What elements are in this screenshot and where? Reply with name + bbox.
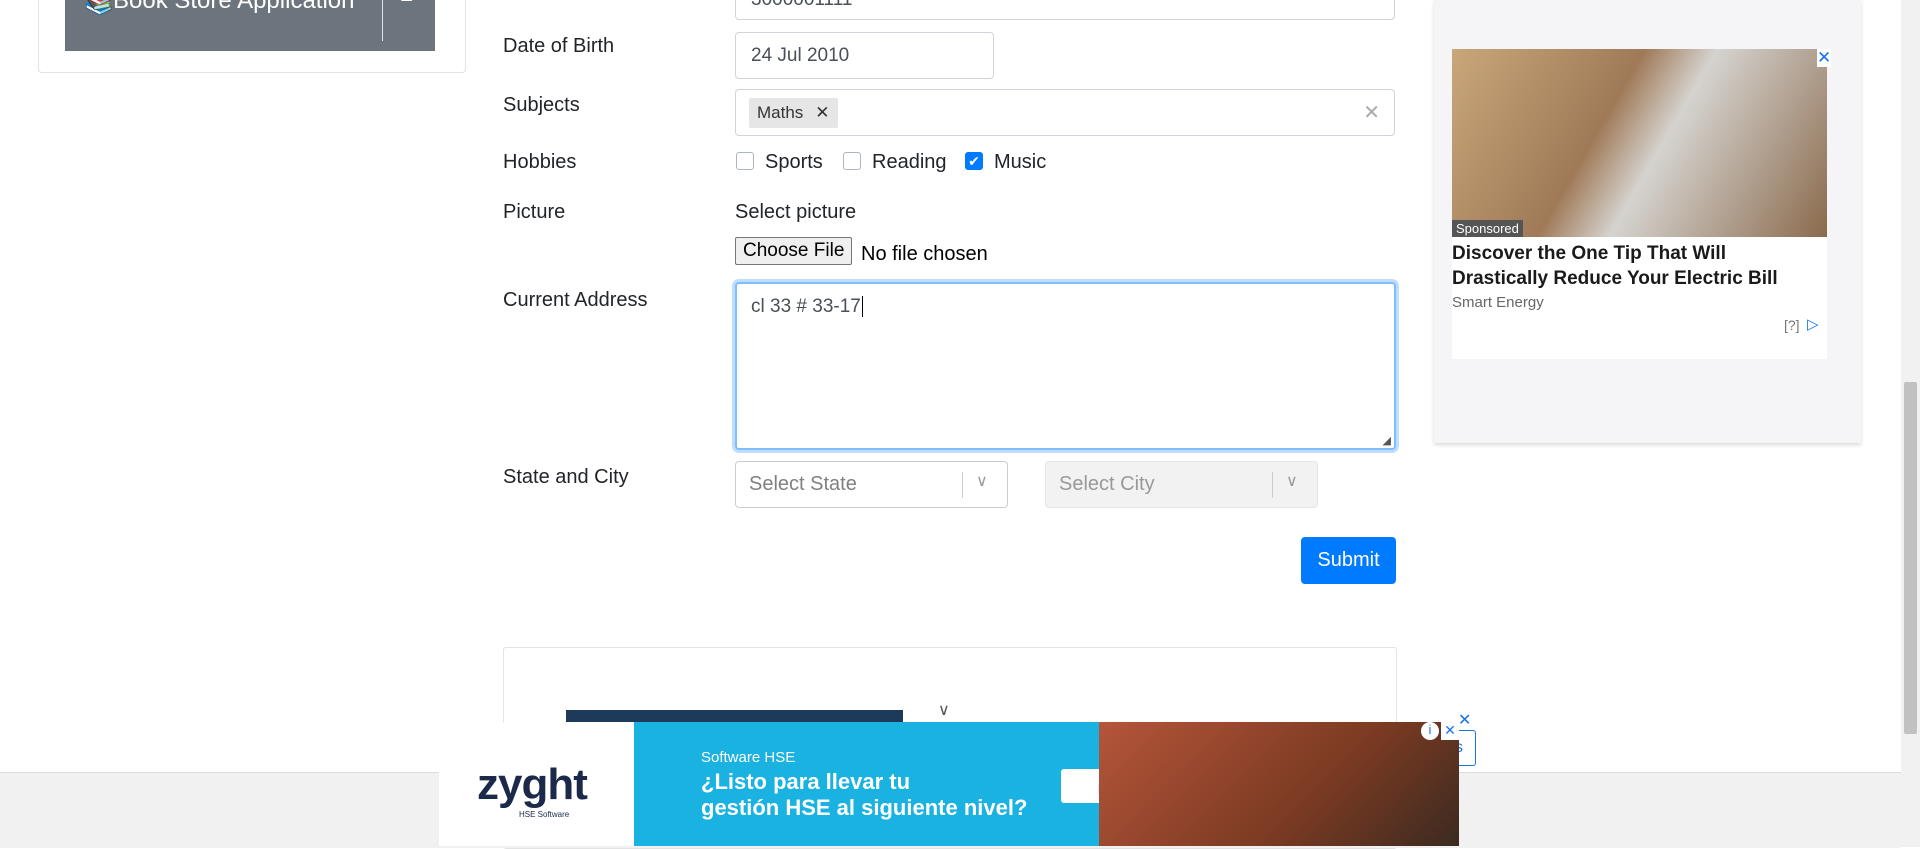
side-ad-image[interactable]: Sponsored (1452, 49, 1827, 237)
sponsored-badge: Sponsored (1452, 220, 1523, 237)
hobby-sports-checkbox[interactable] (736, 152, 754, 170)
zyght-logo-sub: HSE Software (519, 810, 570, 819)
close-icon[interactable]: ✕ (1458, 710, 1471, 730)
address-textarea[interactable]: cl 33 # 33-17 ◢ (735, 282, 1396, 450)
book-store-app-button[interactable]: 📚 Book Store Application ⤓ (65, 0, 435, 51)
state-city-label: State and City (503, 466, 629, 488)
scrollbar-thumb[interactable] (1904, 382, 1917, 734)
text-cursor (861, 296, 863, 317)
hobby-music-checkbox[interactable]: ✔ (965, 152, 983, 170)
state-select-divider (962, 472, 963, 498)
book-store-label: Book Store Application (113, 0, 355, 14)
zyght-logo: zyght (477, 760, 588, 809)
banner-headline-2: gestión HSE al siguiente nivel? (701, 795, 1028, 820)
city-select[interactable]: Select City ∨ (1045, 461, 1318, 508)
address-label: Current Address (503, 289, 648, 311)
side-ad-body[interactable]: Discover the One Tip That Will Drastical… (1452, 237, 1827, 359)
banner-photo (1099, 722, 1459, 846)
ad-info-icon[interactable]: i (1421, 722, 1439, 740)
subjects-input[interactable]: Maths ✕ ✕ (735, 89, 1395, 136)
state-select[interactable]: Select State ∨ (735, 461, 1008, 508)
side-ad-source: Smart Energy (1452, 294, 1544, 311)
side-ad[interactable]: Sponsored ✕ Discover the One Tip That Wi… (1434, 0, 1861, 443)
select-picture-label: Select picture (735, 201, 857, 223)
dob-input[interactable]: 24 Jul 2010 (735, 32, 994, 79)
picture-label: Picture (503, 201, 566, 223)
banner-ad[interactable]: zyght HSE Software Software HSE ¿Listo p… (439, 722, 1459, 846)
dob-label: Date of Birth (503, 35, 615, 57)
subject-chip: Maths ✕ (749, 97, 838, 128)
side-ad-title[interactable]: Discover the One Tip That Will Drastical… (1452, 241, 1827, 291)
button-separator (382, 0, 383, 41)
submit-button[interactable]: Submit (1301, 537, 1396, 584)
check-icon: ✔ (968, 152, 980, 169)
books-icon: 📚 (84, 0, 114, 16)
hobby-reading-label[interactable]: Reading (872, 151, 947, 174)
chevron-down-icon[interactable]: ∨ (938, 700, 950, 720)
hobby-sports-label[interactable]: Sports (765, 151, 823, 174)
no-file-text: No file chosen (861, 243, 988, 265)
mobile-input[interactable]: 3000001111 (735, 0, 1395, 20)
hobbies-label: Hobbies (503, 151, 577, 173)
banner-kicker: Software HSE (701, 749, 796, 766)
download-icon[interactable]: ⤓ (401, 0, 413, 8)
banner-logo-area: zyght HSE Software (439, 722, 634, 846)
banner-headline-1: ¿Listo para llevar tu (701, 769, 911, 794)
hobby-music-label[interactable]: Music (994, 151, 1046, 174)
ad-help-link[interactable]: [?] (1784, 317, 1800, 333)
close-icon[interactable]: ✕ (1441, 722, 1459, 740)
hobby-reading-checkbox[interactable] (843, 152, 861, 170)
chevron-down-icon[interactable]: ∨ (976, 471, 988, 491)
city-select-divider (1272, 472, 1273, 498)
clear-subjects-icon[interactable]: ✕ (1363, 100, 1380, 125)
adchoices-icon[interactable]: ▷ (1807, 315, 1819, 333)
resize-handle-icon[interactable]: ◢ (1383, 434, 1391, 447)
close-icon[interactable]: ✕ (1817, 49, 1832, 67)
subjects-label: Subjects (503, 94, 580, 116)
chevron-down-icon[interactable]: ∨ (1286, 471, 1298, 491)
choose-file-button[interactable]: Choose File (735, 237, 853, 265)
remove-chip-icon[interactable]: ✕ (815, 103, 829, 123)
